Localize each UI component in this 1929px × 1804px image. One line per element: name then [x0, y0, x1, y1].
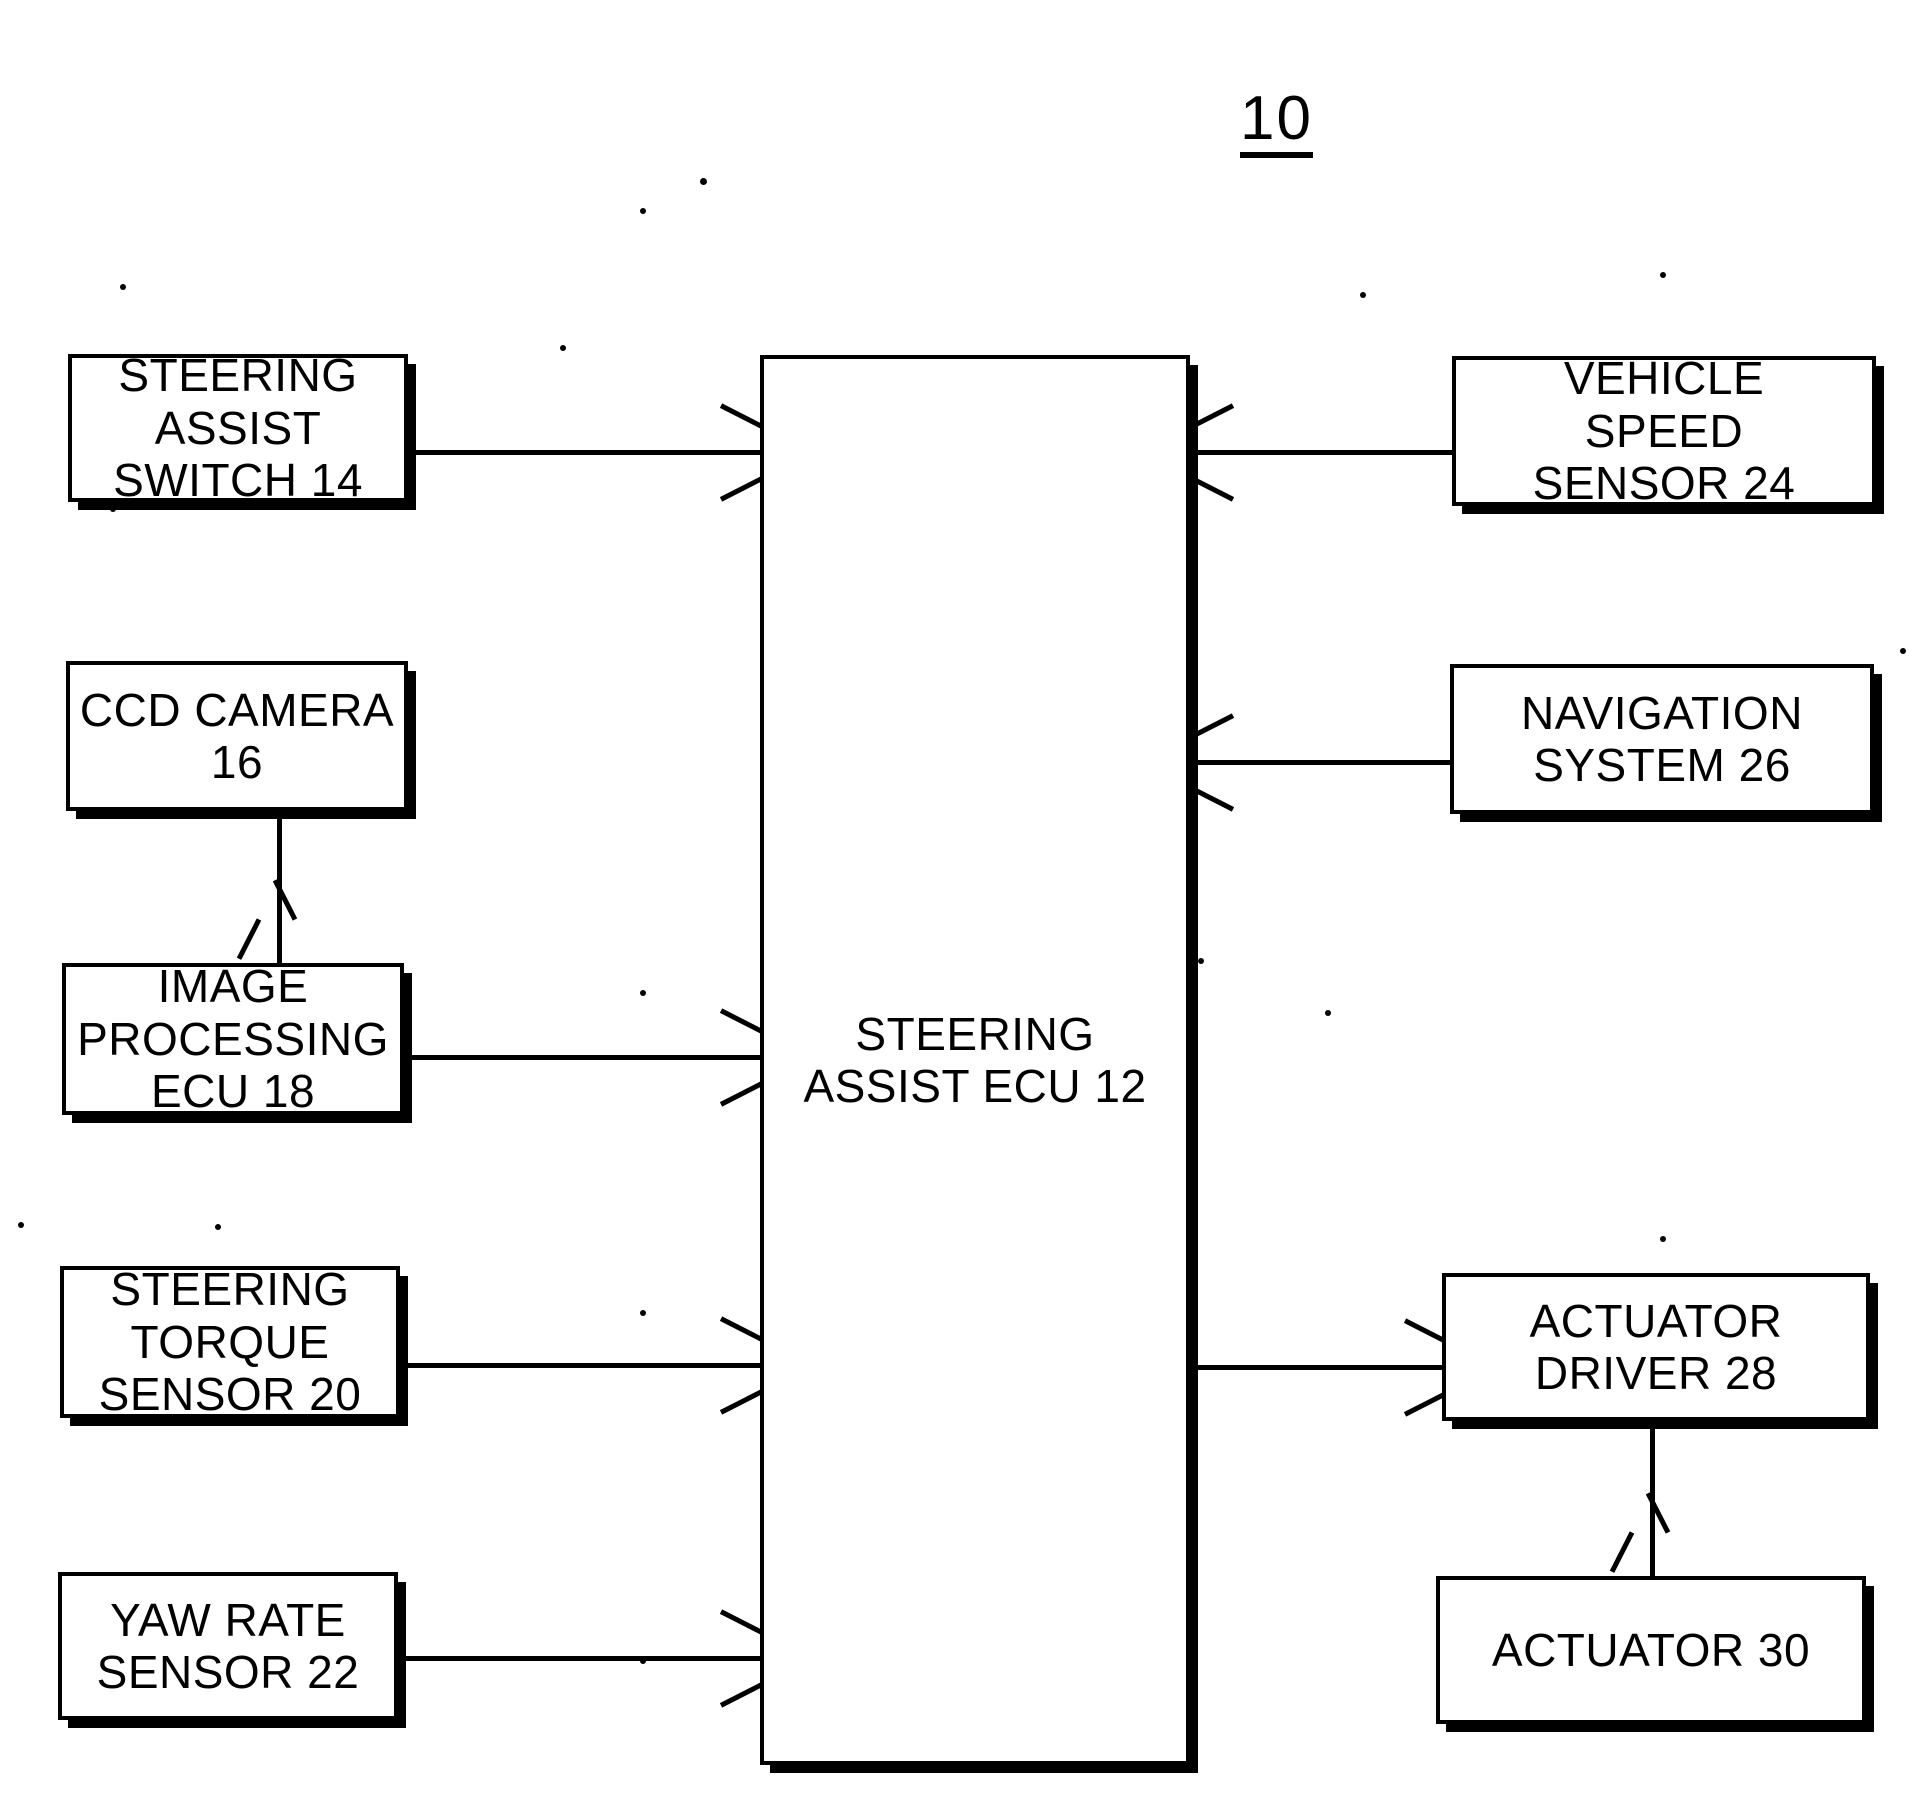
arrowhead-image-ecu-to-ecu-upper — [719, 1008, 764, 1034]
arrowhead-actuator-driver-to-actuator-right — [1609, 1531, 1635, 1573]
arrowhead-navigation-to-ecu-lower — [1190, 786, 1235, 812]
arrowhead-yaw-to-ecu-upper — [719, 1609, 764, 1635]
arrowhead-speed-to-ecu-lower — [1190, 476, 1235, 502]
scan-speck — [1360, 292, 1366, 298]
block-yaw-rate-sensor[interactable]: YAW RATE SENSOR 22 — [58, 1572, 398, 1720]
scan-speck — [1900, 648, 1906, 654]
arrowhead-speed-to-ecu-upper — [1190, 403, 1235, 429]
block-image-processing-ecu[interactable]: IMAGE PROCESSING ECU 18 — [62, 960, 404, 1117]
scan-speck — [700, 178, 707, 185]
scan-speck — [640, 1310, 646, 1316]
arrowhead-torque-to-ecu-lower — [719, 1389, 764, 1415]
arrowhead-ecu-to-actuator-driver-upper — [1403, 1318, 1448, 1344]
scan-speck — [1198, 958, 1204, 964]
block-steering-assist-switch[interactable]: STEERING ASSIST SWITCH 14 — [68, 349, 408, 506]
connector-ecu-to-actuator-driver — [1188, 1365, 1450, 1370]
arrowhead-switch-to-ecu-lower — [719, 476, 764, 502]
scan-speck — [120, 284, 126, 290]
arrowhead-camera-to-image-ecu-right — [236, 918, 262, 960]
block-ccd-camera[interactable]: CCD CAMERA 16 — [66, 661, 408, 811]
arrowhead-image-ecu-to-ecu-lower — [719, 1081, 764, 1107]
scan-speck — [215, 1224, 221, 1230]
scan-speck — [18, 1222, 24, 1228]
arrowhead-navigation-to-ecu-upper — [1190, 713, 1235, 739]
figure-number-label: 10 — [1240, 88, 1313, 158]
figure-canvas: 10 STEERING ASSIST SWITCH 14 CCD CAMERA … — [0, 0, 1929, 1804]
arrowhead-switch-to-ecu-upper — [719, 403, 764, 429]
block-navigation-system[interactable]: NAVIGATION SYSTEM 26 — [1450, 664, 1874, 814]
block-steering-torque-sensor[interactable]: STEERING TORQUE SENSOR 20 — [60, 1263, 400, 1420]
connector-navigation-to-ecu — [1190, 760, 1456, 765]
arrowhead-yaw-to-ecu-lower — [719, 1682, 764, 1708]
scan-speck — [1325, 1010, 1331, 1016]
connector-torque-to-ecu — [400, 1363, 762, 1368]
connector-yaw-to-ecu — [398, 1656, 762, 1661]
scan-speck — [110, 506, 116, 512]
block-vehicle-speed-sensor[interactable]: VEHICLE SPEED SENSOR 24 — [1452, 352, 1876, 509]
arrowhead-torque-to-ecu-upper — [719, 1316, 764, 1342]
scan-speck — [640, 208, 646, 214]
connector-speed-to-ecu — [1190, 450, 1456, 455]
block-actuator[interactable]: ACTUATOR 30 — [1436, 1576, 1866, 1724]
connector-image-ecu-to-ecu — [404, 1055, 762, 1060]
scan-speck — [1660, 272, 1666, 278]
arrowhead-ecu-to-actuator-driver-lower — [1403, 1391, 1448, 1417]
scan-speck — [560, 345, 566, 351]
scan-speck — [1660, 1236, 1666, 1242]
block-steering-assist-ecu[interactable]: STEERING ASSIST ECU 12 — [760, 355, 1190, 1765]
connector-switch-to-ecu — [410, 450, 762, 455]
block-actuator-driver[interactable]: ACTUATOR DRIVER 28 — [1442, 1273, 1870, 1421]
scan-speck — [640, 990, 646, 996]
